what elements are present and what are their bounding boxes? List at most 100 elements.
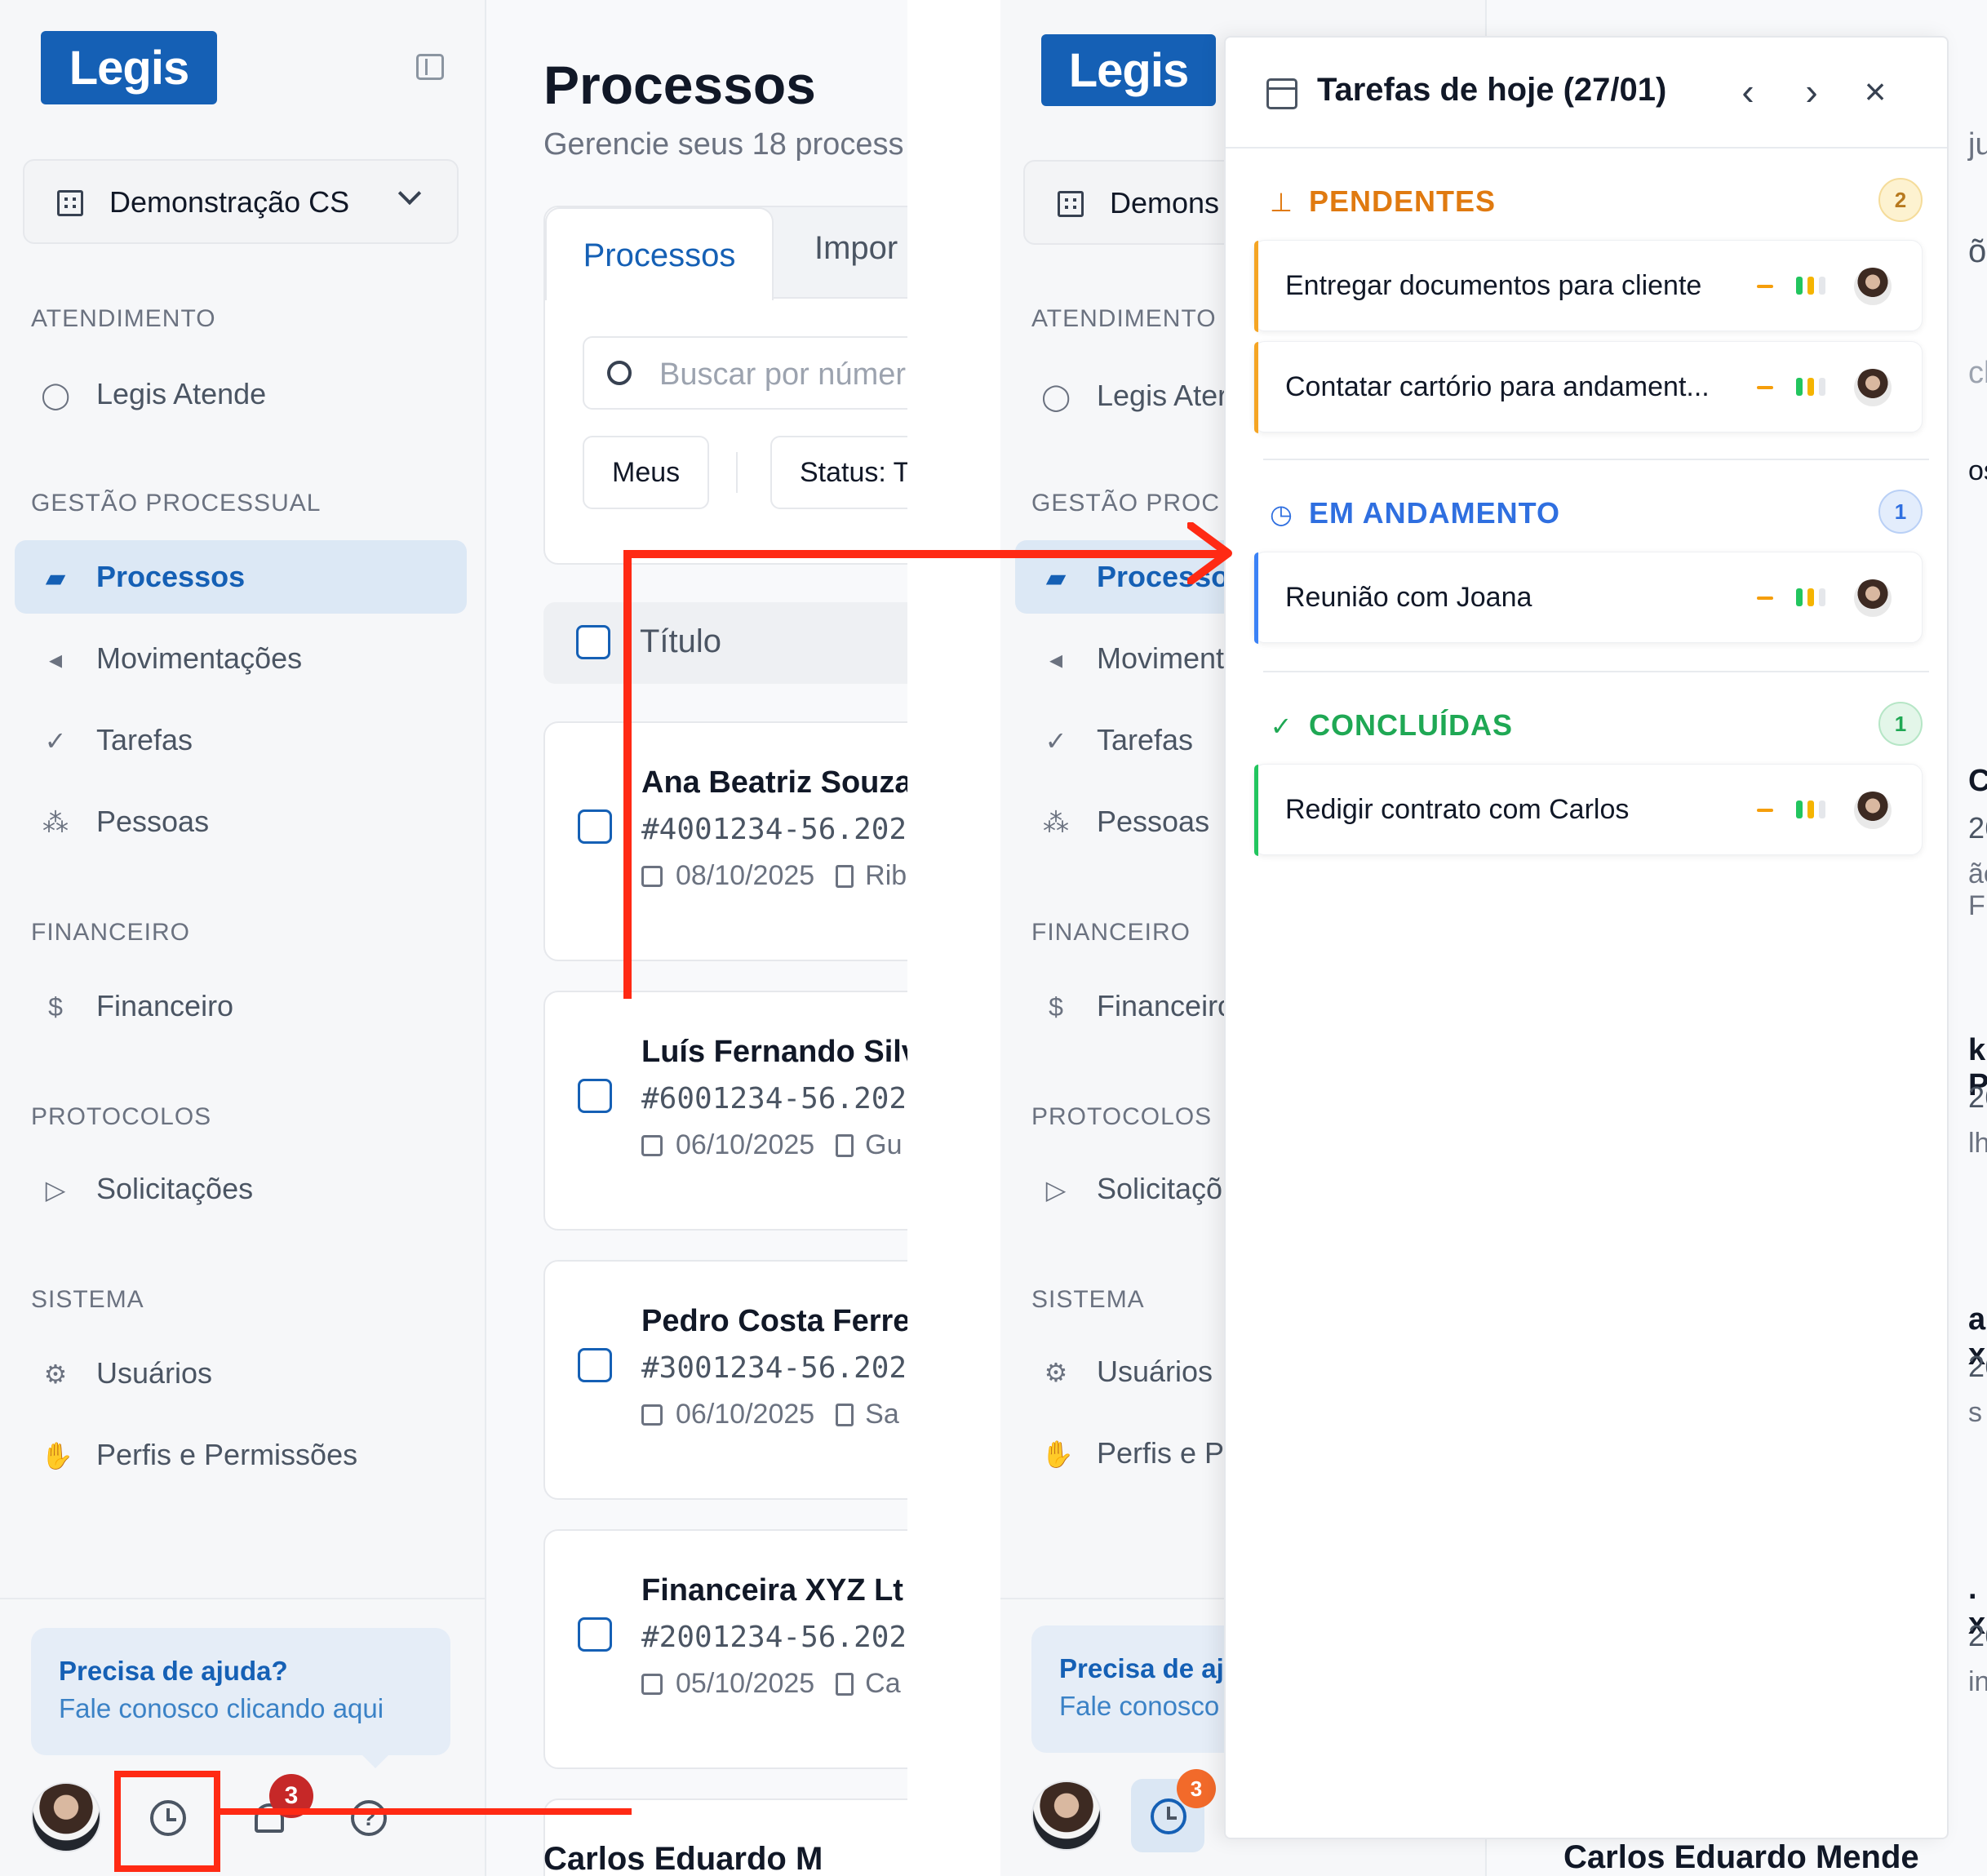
org-selector[interactable]: Demonstração CS — [23, 159, 459, 244]
clock-icon[interactable] — [1151, 1798, 1186, 1834]
sidebar-item-label: Financeiro — [96, 989, 234, 1022]
footer-divider — [0, 1598, 486, 1599]
sidebar-item-solicitacoes[interactable]: ▷ Solicitações — [15, 1152, 467, 1226]
highlight-box-right — [214, 1771, 220, 1872]
tab-importar[interactable]: Impor — [814, 230, 898, 267]
sidebar-item-label: Movimentações — [96, 641, 303, 675]
task-item[interactable]: Contatar cartório para andament... — [1253, 341, 1923, 433]
collapse-sidebar-icon[interactable] — [416, 54, 444, 80]
tasks-panel-title: Tarefas de hoje (27/01) — [1317, 72, 1667, 108]
row-number-fragment: 26 — [1968, 1619, 1987, 1652]
row-number: #3001234-56.2024 — [641, 1351, 907, 1385]
task-item[interactable]: Redigir contrato com Carlos — [1253, 764, 1923, 856]
filter-fragment: os — [1968, 455, 1987, 486]
section-financeiro: FINANCEIRO — [1031, 919, 1191, 946]
row-checkbox[interactable] — [578, 1348, 612, 1382]
group-count-badge: 1 — [1878, 702, 1923, 746]
task-title: Reunião com Joana — [1285, 582, 1532, 613]
sidebar-item-processos[interactable]: ▰ Processos — [15, 540, 467, 614]
filter-meus-button[interactable]: Meus — [583, 436, 710, 509]
status-bar — [1254, 342, 1258, 433]
tab-processos[interactable]: Processos — [545, 207, 774, 300]
sidebar-item-label: Perfis e Permissões — [96, 1438, 358, 1471]
clock-icon[interactable] — [150, 1800, 186, 1836]
help-title: Precisa de aju — [1059, 1653, 1240, 1683]
row-meta: 05/10/2025 Ca — [641, 1668, 901, 1700]
prev-day-button[interactable]: ‹ — [1725, 70, 1771, 116]
chevron-down-icon — [397, 181, 422, 206]
sidebar-item-label: Tarefas — [1097, 723, 1194, 756]
section-gestao: GESTÃO PROCESSUAL — [31, 490, 322, 517]
priority-bar — [1796, 801, 1803, 818]
table-row[interactable]: Financeira XYZ Lt #2001234-56.2024 05/10… — [543, 1529, 907, 1769]
row-checkbox[interactable] — [578, 1617, 612, 1652]
table-row[interactable]: Ana Beatriz Souza #4001234-56.2024 08/10… — [543, 721, 907, 961]
table-row[interactable]: Pedro Costa Ferre #3001234-56.2024 06/10… — [543, 1260, 907, 1500]
help-card[interactable]: Precisa de ajuda? Fale conosco clicando … — [31, 1628, 450, 1768]
row-title: Pedro Costa Ferre — [641, 1304, 907, 1338]
sidebar-item-usuarios[interactable]: ⚙ Usuários — [15, 1337, 467, 1410]
handshake-icon: ✋ — [1041, 1439, 1074, 1469]
sidebar-item-pessoas[interactable]: ⁂ Pessoas — [15, 785, 467, 858]
help-link[interactable]: Fale conosco — [1059, 1691, 1219, 1722]
section-financeiro: FINANCEIRO — [31, 919, 191, 946]
assignee-avatar — [1854, 268, 1892, 305]
legis-logo[interactable]: Legis — [1041, 34, 1216, 106]
sidebar-item-perfis[interactable]: ✋ Perfis e Permissões — [15, 1418, 467, 1492]
tasks-badge: 3 — [1177, 1769, 1216, 1808]
folder-icon: ▰ — [45, 563, 66, 592]
subtitle-fragment: jud — [1968, 127, 1987, 162]
help-circle-icon[interactable]: ? — [351, 1800, 387, 1836]
arrow-segment-horizontal-bottom — [220, 1808, 632, 1815]
sidebar: Legis Demonstração CS ATENDIMENTO ◯ Legi… — [0, 0, 486, 1876]
user-gear-icon: ⚙ — [43, 1359, 68, 1389]
sidebar-item-label: Solicitaçõ — [1097, 1172, 1223, 1205]
priority-bar — [1796, 277, 1803, 295]
user-avatar[interactable] — [31, 1782, 101, 1852]
help-link[interactable]: Fale conosco clicando aqui — [59, 1693, 384, 1724]
row-title: Carlos Eduardo M — [543, 1841, 823, 1876]
user-avatar[interactable] — [1031, 1781, 1102, 1851]
task-title: Redigir contrato com Carlos — [1285, 794, 1630, 825]
check-circle-icon: ✓ — [1045, 726, 1067, 756]
group-count-badge: 2 — [1878, 178, 1923, 222]
sidebar-item-tarefas[interactable]: ✓ Tarefas — [15, 703, 467, 777]
assignee-avatar — [1854, 369, 1892, 406]
row-checkbox[interactable] — [578, 809, 612, 844]
filter-divider — [736, 452, 738, 493]
dollar-icon: $ — [48, 992, 63, 1022]
search-input[interactable]: Buscar por númer — [583, 336, 907, 410]
row-title: Ana Beatriz Souza — [641, 765, 907, 800]
status-bar — [1254, 552, 1258, 644]
status-bar — [1254, 765, 1258, 856]
select-all-checkbox[interactable] — [576, 625, 610, 659]
row-checkbox[interactable] — [578, 1079, 612, 1113]
task-title: Contatar cartório para andament... — [1285, 371, 1710, 402]
calendar-icon — [641, 1674, 663, 1695]
next-day-button[interactable]: › — [1789, 70, 1834, 116]
sidebar-item-legis-atende[interactable]: ◯ Legis Atende — [15, 357, 467, 431]
close-button[interactable]: × — [1852, 70, 1898, 116]
sidebar-item-label: Usuários — [1097, 1355, 1213, 1388]
row-meta-fragment: lho — [1968, 1128, 1987, 1159]
task-item[interactable]: Reunião com Joana — [1253, 552, 1923, 644]
sidebar-item-financeiro[interactable]: $ Financeiro — [15, 969, 467, 1043]
row-number-fragment: 26 — [1968, 1080, 1987, 1114]
filter-status-button[interactable]: Status: T — [770, 436, 907, 509]
sidebar-item-movimentacoes[interactable]: ◂ Movimentações — [15, 622, 467, 695]
task-item[interactable]: Entregar documentos para cliente — [1253, 240, 1923, 332]
table-row[interactable]: Luís Fernando Silv #6001234-56.2024 06/1… — [543, 991, 907, 1231]
sidebar-item-label: Financeiro — [1097, 989, 1235, 1022]
task-title: Entregar documentos para cliente — [1285, 270, 1702, 301]
legis-logo[interactable]: Legis — [41, 31, 217, 104]
section-gestao: GESTÃO PROC — [1031, 490, 1221, 517]
document-icon — [836, 865, 854, 888]
row-number: #4001234-56.2024 — [641, 813, 907, 846]
section-atendimento: ATENDIMENTO — [31, 305, 216, 332]
due-dash — [1757, 386, 1773, 389]
priority-bar — [1807, 378, 1814, 396]
document-icon — [836, 1134, 854, 1157]
megaphone-icon: ◂ — [1049, 645, 1063, 674]
handshake-icon: ✋ — [41, 1441, 73, 1470]
group-label: CONCLUÍDAS — [1309, 708, 1513, 742]
